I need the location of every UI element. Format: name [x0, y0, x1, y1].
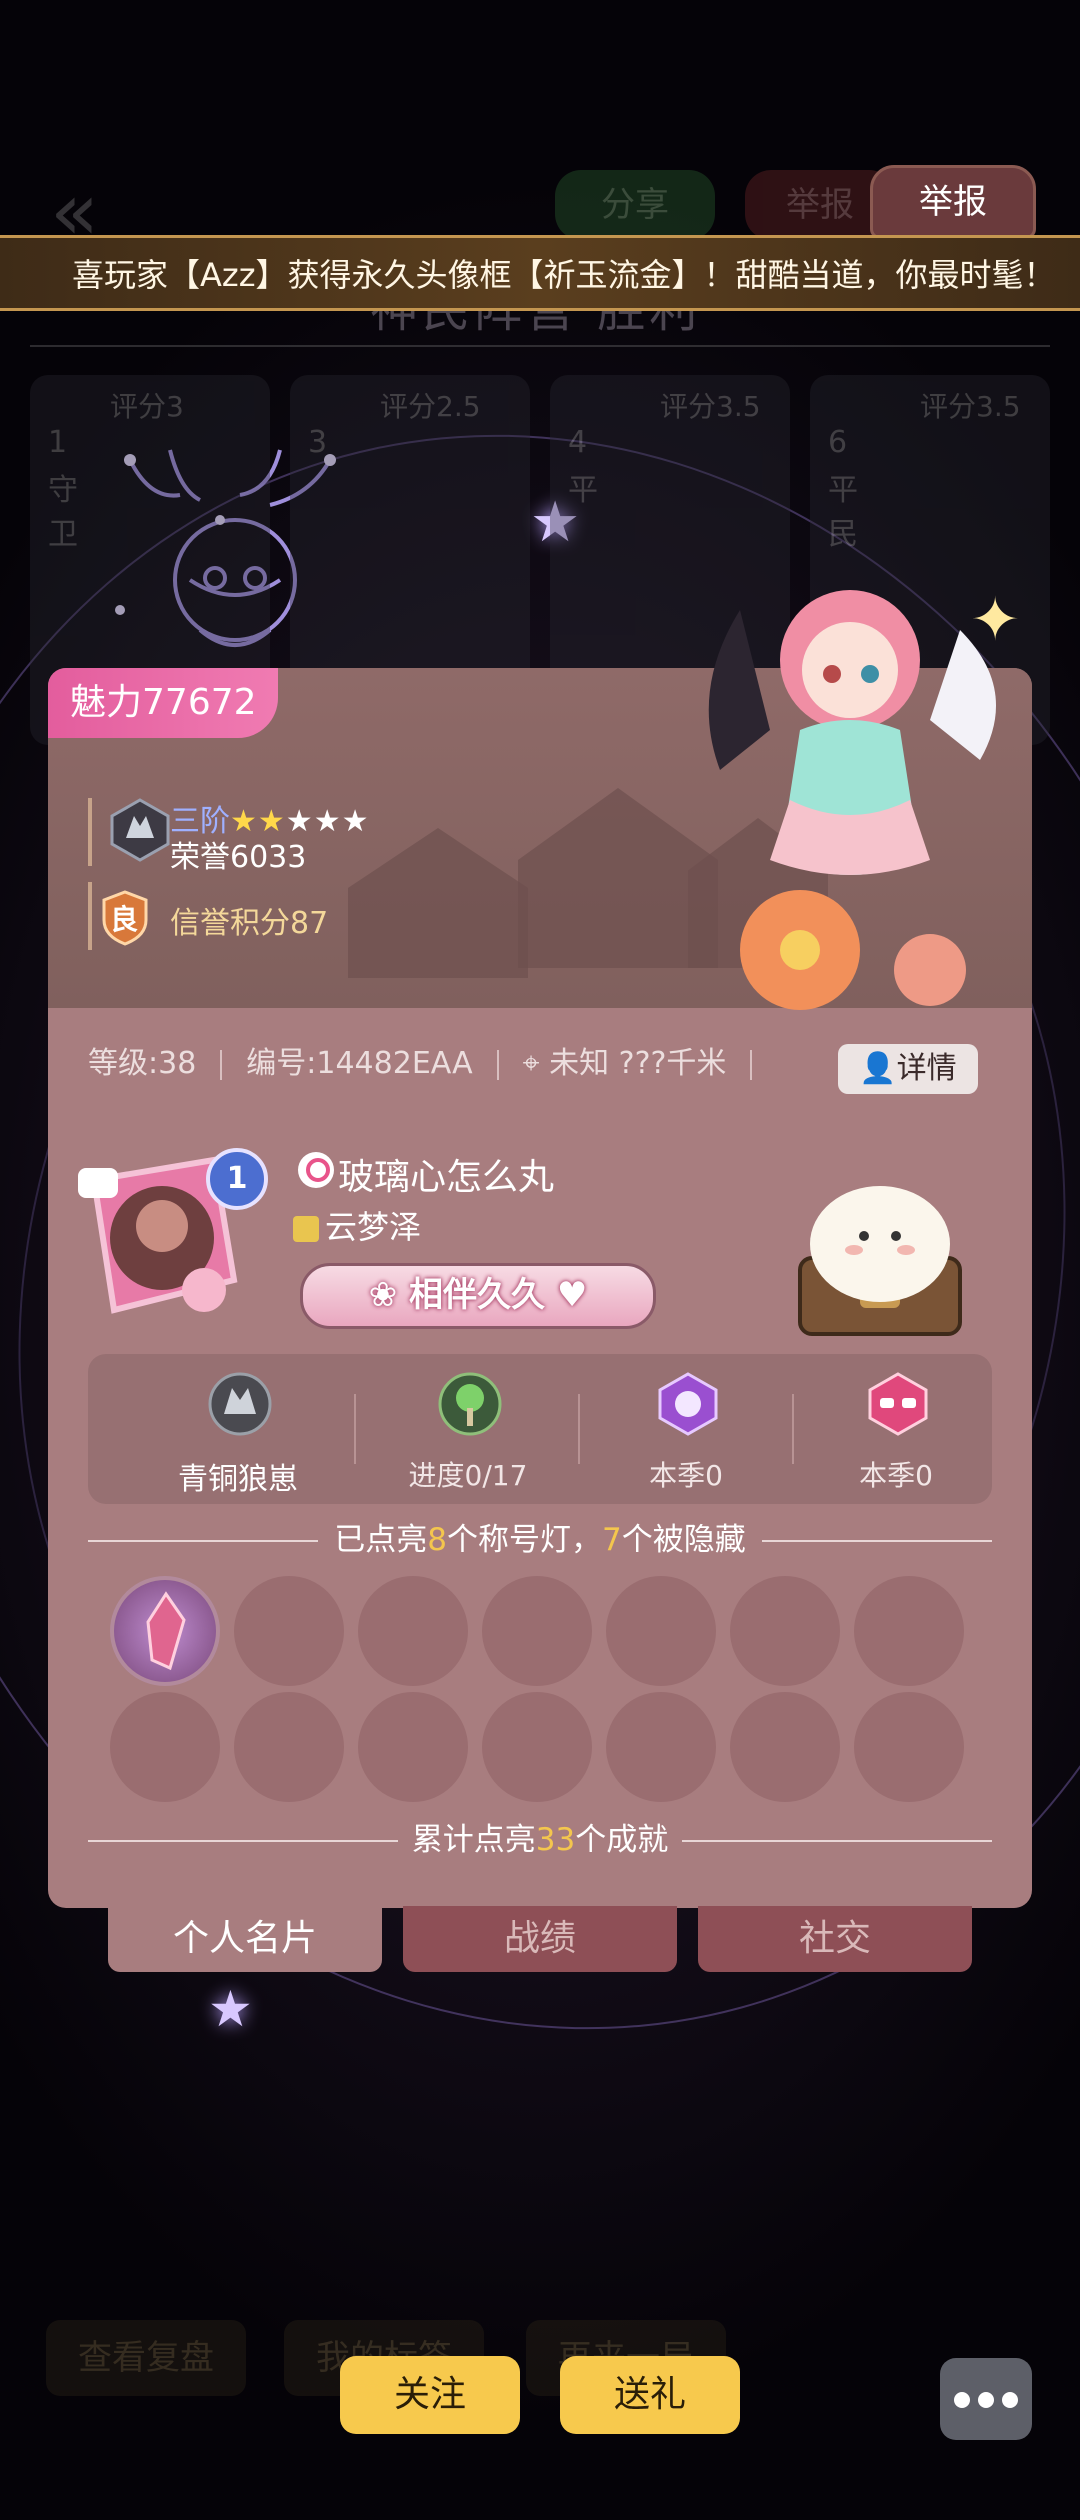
female-gender-icon — [298, 1152, 334, 1188]
title-lights-header: 已点亮8个称号灯，7个被隐藏 — [88, 1518, 992, 1562]
banner-house — [348, 828, 528, 978]
character-illustration: ✦ — [708, 585, 1020, 1010]
wolf-rank-icon — [110, 798, 170, 862]
star-icon: ★ — [208, 1980, 253, 2038]
stats-panel: 青铜狼崽 进度0/17 本季0 本季0 — [88, 1354, 992, 1504]
dot-icon — [1002, 2392, 1018, 2408]
stat-label: 本季0 — [859, 1459, 933, 1492]
location-text: 未知 ???千米 — [549, 1046, 727, 1081]
achievement-suffix: 个成就 — [575, 1822, 669, 1858]
more-options-button[interactable] — [940, 2358, 1032, 2440]
title-slot[interactable] — [606, 1576, 716, 1686]
title-slot[interactable] — [606, 1692, 716, 1802]
title-slot-crystal[interactable] — [110, 1576, 220, 1686]
reputation-badge-text: 良 — [110, 903, 139, 936]
rank-divider — [88, 798, 92, 866]
detail-button-label: 详情 — [896, 1051, 957, 1086]
rose-icon — [658, 1372, 718, 1436]
honor-value: 荣誉6033 — [170, 840, 307, 875]
glasses-icon — [868, 1372, 928, 1436]
titles-hidden-count: 7 — [602, 1522, 622, 1558]
stat-rose[interactable]: 本季0 — [596, 1354, 776, 1504]
achievement-count: 33 — [535, 1822, 576, 1858]
achievement-prefix: 累计点亮 — [411, 1822, 536, 1858]
guild-name-text: 云梦泽 — [325, 1208, 422, 1246]
title-slot[interactable] — [110, 1692, 220, 1802]
crystal-icon — [146, 1591, 186, 1671]
title-slot[interactable] — [730, 1576, 840, 1686]
sheep-pet-icon[interactable] — [790, 1178, 970, 1338]
title-slot[interactable] — [482, 1576, 592, 1686]
person-icon: 👤 — [859, 1051, 897, 1086]
titles-mid: 个称号灯， — [447, 1522, 602, 1558]
announcement-marquee: 喜玩家【Azz】获得永久头像框【祈玉流金】！甜酷当道，你最时髦！ — [0, 235, 1080, 311]
replay-ghost-button: 查看复盘 — [46, 2320, 246, 2396]
title-slot[interactable] — [482, 1692, 592, 1802]
marquee-text: 喜玩家【Azz】获得永久头像框【祈玉流金】！甜酷当道，你最时髦！ — [72, 256, 1056, 294]
titles-suffix: 个被隐藏 — [621, 1522, 746, 1558]
tree-icon — [438, 1372, 502, 1436]
stat-label: 进度0/17 — [408, 1459, 528, 1492]
share-button[interactable]: 分享 — [555, 170, 715, 240]
charm-label: 魅力 — [70, 682, 143, 723]
level-text: 等级:38 — [88, 1046, 197, 1081]
tab-social[interactable]: 社交 — [698, 1906, 972, 1972]
ghost-divider — [30, 345, 1050, 347]
stat-divider — [354, 1394, 356, 1464]
title-slot[interactable] — [358, 1692, 468, 1802]
achievement-header: 累计点亮33个成就 — [88, 1818, 992, 1862]
nickname: 玻璃心怎么丸 — [338, 1157, 555, 1198]
dot-icon — [954, 2392, 970, 2408]
follow-button[interactable]: 关注 — [340, 2356, 520, 2434]
title-slot[interactable] — [854, 1576, 964, 1686]
title-slot[interactable] — [358, 1576, 468, 1686]
charm-badge: 魅力77672 — [48, 668, 278, 738]
tab-profile-card[interactable]: 个人名片 — [108, 1906, 382, 1972]
title-slot[interactable] — [854, 1692, 964, 1802]
guild-badge-icon — [293, 1216, 319, 1242]
title-slot[interactable] — [234, 1692, 344, 1802]
stat-wolf[interactable]: 青铜狼崽 — [148, 1354, 328, 1504]
reputation-divider — [88, 882, 92, 950]
user-id-text: 编号:14482EAA — [246, 1046, 473, 1081]
heart-icon: ❀ — [368, 1275, 409, 1315]
report-button[interactable]: 举报 — [870, 165, 1036, 239]
avatar-level-badge: 1 — [206, 1148, 268, 1210]
detail-button[interactable]: 👤详情 — [838, 1044, 978, 1094]
stat-divider — [792, 1394, 794, 1464]
stat-divider — [578, 1394, 580, 1464]
wolf-icon — [208, 1372, 272, 1436]
stat-progress[interactable]: 进度0/17 — [378, 1354, 558, 1504]
tab-record[interactable]: 战绩 — [403, 1906, 677, 1972]
title-slot[interactable] — [730, 1692, 840, 1802]
stat-glasses[interactable]: 本季0 — [806, 1354, 986, 1504]
location-pin-icon: ⌖ — [522, 1046, 540, 1081]
companion-label: 相伴久久 — [409, 1275, 545, 1315]
sparkle-icon: ✦ — [970, 585, 1020, 655]
stat-label: 本季0 — [649, 1459, 723, 1492]
stat-label: 青铜狼崽 — [178, 1462, 298, 1497]
title-slot[interactable] — [234, 1576, 344, 1686]
dot-icon — [978, 2392, 994, 2408]
guild-name: 云梦泽 — [293, 1202, 421, 1248]
titles-prefix: 已点亮 — [334, 1522, 428, 1558]
reputation-score: 信誉积分87 — [170, 906, 329, 941]
companion-badge[interactable]: ❀ 相伴久久 ♥ — [300, 1263, 656, 1329]
charm-value: 77672 — [142, 682, 257, 723]
heart-icon: ♥ — [545, 1275, 588, 1315]
titles-lit-count: 8 — [427, 1522, 447, 1558]
gift-button[interactable]: 送礼 — [560, 2356, 740, 2434]
